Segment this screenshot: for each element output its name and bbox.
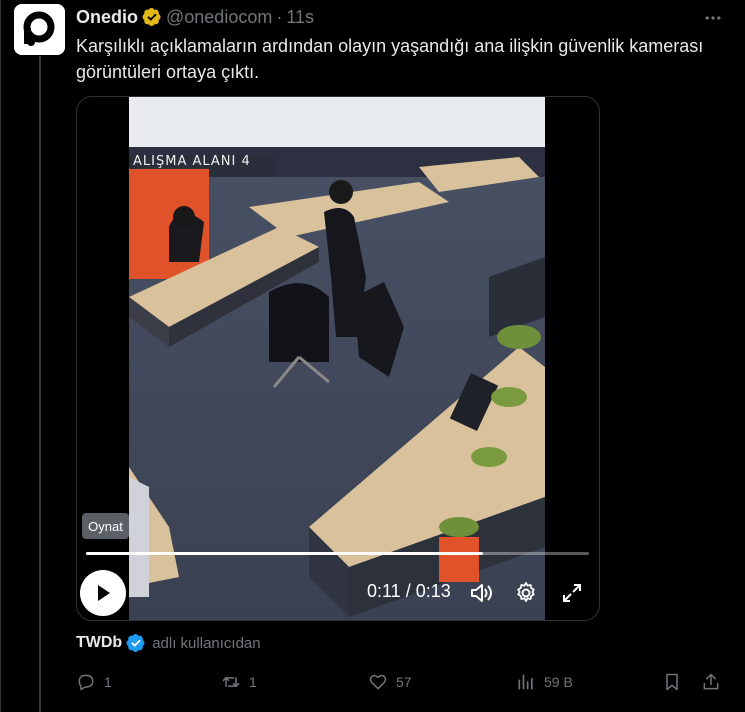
tweet[interactable]: Onedio @onediocom · 11s Karşılıklı açıkl… bbox=[0, 0, 745, 712]
timestamp[interactable]: 11s bbox=[286, 7, 314, 28]
views-icon bbox=[518, 674, 533, 690]
display-name[interactable]: Onedio bbox=[76, 7, 138, 28]
handle[interactable]: @onediocom bbox=[166, 7, 272, 28]
cctv-scene: ALIŞMA ALANI 4 bbox=[129, 97, 545, 620]
fullscreen-icon[interactable] bbox=[560, 581, 584, 605]
share-icon bbox=[703, 673, 719, 690]
cctv-overlay-label: ALIŞMA ALANI 4 bbox=[133, 154, 251, 169]
tweet-header: Onedio @onediocom · 11s bbox=[76, 6, 314, 28]
reply-count: 1 bbox=[104, 674, 112, 690]
separator-dot: · bbox=[276, 6, 283, 27]
share-button[interactable] bbox=[701, 670, 721, 694]
video-time: 0:11 / 0:13 bbox=[367, 581, 451, 601]
settings-icon[interactable] bbox=[514, 581, 538, 605]
source-suffix: adlı kullanıcıdan bbox=[152, 634, 261, 652]
more-icon[interactable] bbox=[703, 8, 723, 28]
source-name[interactable]: TWDb bbox=[76, 634, 122, 652]
bookmark-button[interactable] bbox=[662, 670, 682, 694]
like-button[interactable]: 57 bbox=[368, 670, 412, 694]
video-progress bbox=[86, 552, 484, 555]
repost-count: 1 bbox=[249, 674, 257, 690]
thread-line bbox=[39, 56, 41, 712]
video-scrubber[interactable] bbox=[86, 552, 589, 555]
bookmark-icon bbox=[666, 673, 678, 691]
like-count: 57 bbox=[396, 674, 412, 690]
views-count: 59 B bbox=[544, 674, 573, 690]
volume-icon[interactable] bbox=[469, 581, 493, 605]
repost-button[interactable]: 1 bbox=[221, 670, 257, 694]
verified-gold-icon bbox=[142, 8, 161, 26]
tweet-text: Karşılıklı açıklamaların ardından olayın… bbox=[76, 36, 704, 82]
video-player[interactable]: ALIŞMA ALANI 4 bbox=[76, 96, 600, 621]
play-button[interactable] bbox=[80, 570, 126, 616]
video-source: TWDb adlı kullanıcıdan bbox=[76, 632, 261, 654]
avatar[interactable] bbox=[14, 4, 65, 55]
video-frame: ALIŞMA ALANI 4 bbox=[129, 97, 545, 620]
reply-button[interactable]: 1 bbox=[76, 670, 112, 694]
play-icon bbox=[98, 585, 110, 601]
verified-blue-icon bbox=[126, 634, 145, 652]
repost-icon bbox=[222, 677, 240, 687]
reply-icon bbox=[78, 674, 94, 691]
action-bar: 1 1 57 59 B bbox=[76, 670, 731, 694]
like-icon bbox=[369, 674, 387, 690]
views-button[interactable]: 59 B bbox=[516, 670, 573, 694]
play-tooltip: Oynat bbox=[82, 513, 129, 539]
onedio-logo bbox=[14, 4, 65, 55]
